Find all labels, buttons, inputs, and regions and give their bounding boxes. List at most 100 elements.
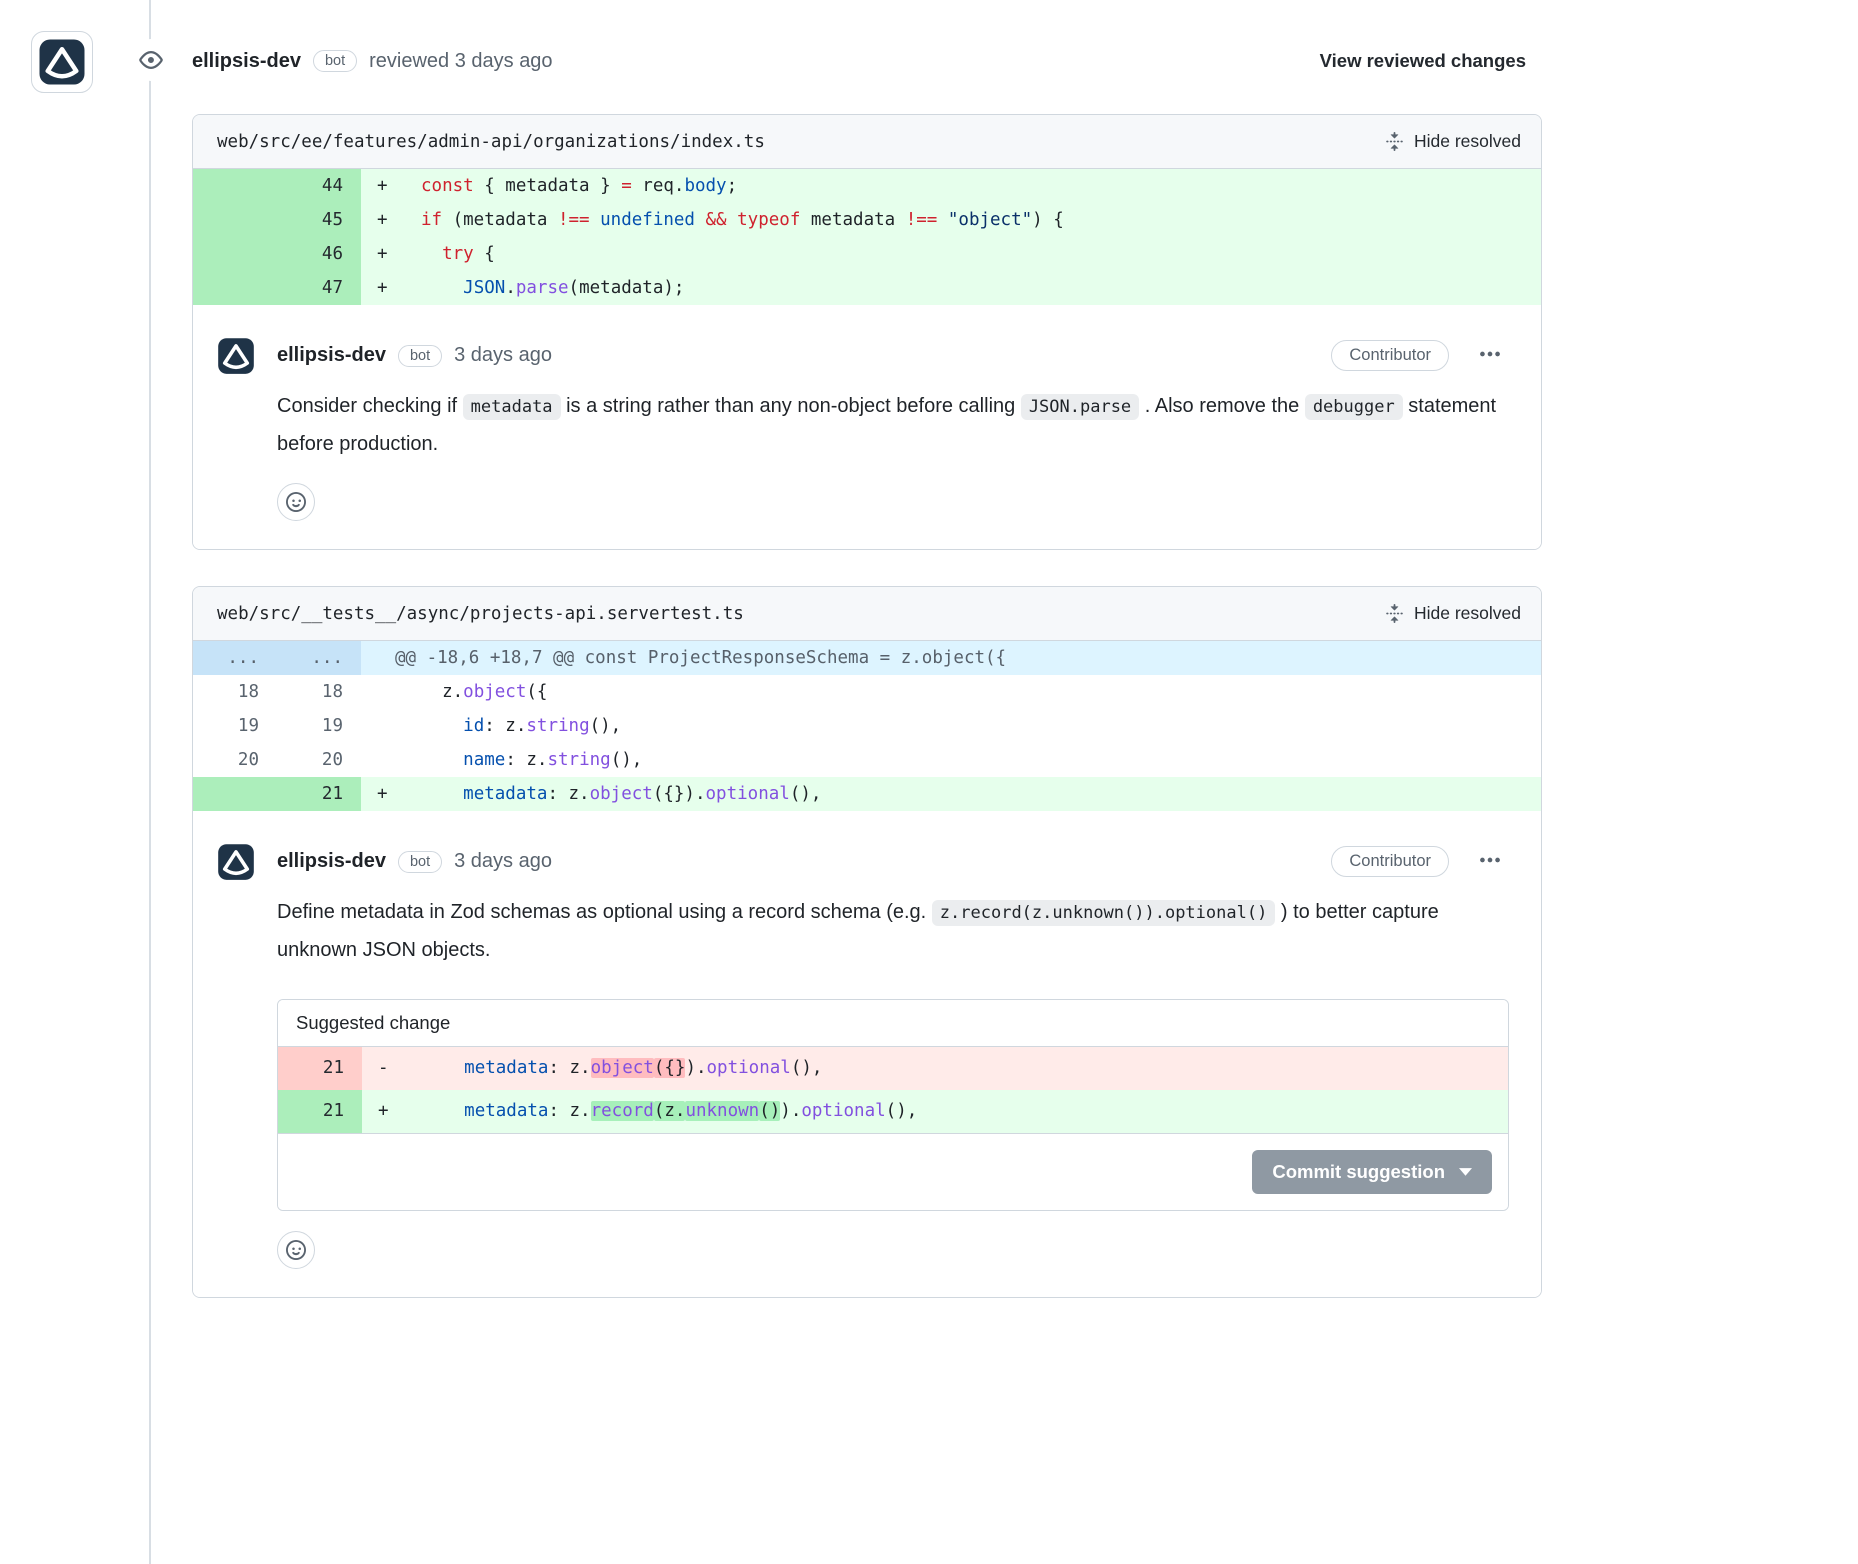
bot-badge: bot [398, 345, 442, 367]
comment-body: Consider checking if metadata is a strin… [277, 388, 1509, 463]
author-name[interactable]: ellipsis-dev [277, 850, 386, 873]
new-line-number: 45 [277, 203, 361, 237]
emoji-reaction-button[interactable] [277, 1231, 315, 1269]
bot-badge: bot [313, 50, 357, 72]
code-line: id: z.string(), [419, 709, 1541, 743]
code-line: z.object({ [419, 675, 1541, 709]
diff-marker: + [361, 777, 419, 811]
old-line-number [193, 237, 277, 271]
diff-marker: + [361, 169, 419, 203]
code-line: metadata: z.record(z.unknown()).optional… [420, 1090, 1508, 1133]
diff-line: 19 19 id: z.string(), [193, 709, 1541, 743]
comment-header: ellipsis-dev bot 3 days ago Contributor [277, 337, 1509, 374]
kebab-menu-button[interactable] [1471, 843, 1509, 880]
diff-marker: + [361, 203, 419, 237]
file-name[interactable]: web/src/ee/features/admin-api/organizati… [217, 132, 765, 152]
comment-body: Define metadata in Zod schemas as option… [277, 894, 1509, 969]
caret-down-icon [1459, 1168, 1472, 1177]
review-card-2: web/src/__tests__/async/projects-api.ser… [192, 586, 1542, 1298]
new-line-number: 47 [277, 271, 361, 305]
suggestion-title: Suggested change [278, 1000, 1508, 1047]
suggestion-add-line: 21 + metadata: z.record(z.unknown()).opt… [278, 1090, 1508, 1133]
diff-line: 46 + try { [193, 237, 1541, 271]
diff-marker: + [362, 1090, 420, 1133]
kebab-menu-button[interactable] [1471, 337, 1509, 374]
review-comment: ellipsis-dev bot 3 days ago Contributor … [193, 811, 1541, 1297]
hide-resolved-button[interactable]: Hide resolved [1385, 131, 1521, 152]
fold-icon [1385, 132, 1404, 151]
commit-suggestion-button[interactable]: Commit suggestion [1252, 1150, 1492, 1194]
line-number: 21 [278, 1047, 362, 1090]
smiley-icon [286, 1240, 306, 1260]
code-line: if (metadata !== undefined && typeof met… [419, 203, 1541, 237]
contributor-badge: Contributor [1331, 340, 1449, 371]
new-line-number: 20 [277, 743, 361, 777]
review-meta: reviewed 3 days ago [369, 50, 552, 73]
review-header: ellipsis-dev bot reviewed 3 days ago Vie… [192, 42, 1542, 80]
old-line-number: 20 [193, 743, 277, 777]
diff-marker: + [361, 237, 419, 271]
kebab-horizontal-icon [1479, 849, 1501, 871]
contributor-badge: Contributor [1331, 846, 1449, 877]
commit-suggestion-label: Commit suggestion [1272, 1161, 1445, 1183]
code-line: metadata: z.object({}).optional(), [420, 1047, 1508, 1090]
diff-line: 47 + JSON.parse(metadata); [193, 271, 1541, 305]
hunk-header-text: @@ -18,6 +18,7 @@ const ProjectResponseS… [361, 641, 1541, 675]
timestamp[interactable]: 3 days ago [454, 850, 552, 873]
old-line-number [193, 169, 277, 203]
new-line-number: 46 [277, 237, 361, 271]
fold-icon [1385, 604, 1404, 623]
diff-marker [361, 743, 419, 777]
hide-resolved-label: Hide resolved [1414, 603, 1521, 624]
ellipsis-dev-logo [217, 843, 255, 881]
reviewer-avatar[interactable] [31, 31, 93, 93]
hide-resolved-label: Hide resolved [1414, 131, 1521, 152]
old-line-number: 18 [193, 675, 277, 709]
diff-table: ... ... @@ -18,6 +18,7 @@ const ProjectR… [193, 641, 1541, 811]
line-number: 21 [278, 1090, 362, 1133]
file-header: web/src/ee/features/admin-api/organizati… [193, 115, 1541, 169]
diff-line: 21 + metadata: z.object({}).optional(), [193, 777, 1541, 811]
old-line-number [193, 777, 277, 811]
old-line-number: 19 [193, 709, 277, 743]
new-line-number: 21 [277, 777, 361, 811]
code-line: const { metadata } = req.body; [419, 169, 1541, 203]
kebab-horizontal-icon [1479, 343, 1501, 365]
old-line-number [193, 271, 277, 305]
code-line: metadata: z.object({}).optional(), [419, 777, 1541, 811]
ellipsis-dev-logo [217, 337, 255, 375]
timestamp[interactable]: 3 days ago [454, 344, 552, 367]
diff-line: 20 20 name: z.string(), [193, 743, 1541, 777]
diff-line: 45 + if (metadata !== undefined && typeo… [193, 203, 1541, 237]
view-reviewed-changes-link[interactable]: View reviewed changes [1320, 50, 1526, 72]
review-comment: ellipsis-dev bot 3 days ago Contributor … [193, 305, 1541, 549]
file-header: web/src/__tests__/async/projects-api.ser… [193, 587, 1541, 641]
comment-avatar[interactable] [217, 337, 255, 375]
code-line: name: z.string(), [419, 743, 1541, 777]
diff-marker [361, 709, 419, 743]
comment-header: ellipsis-dev bot 3 days ago Contributor [277, 843, 1509, 880]
code-line: JSON.parse(metadata); [419, 271, 1541, 305]
hunk-gutter-dots: ... [193, 641, 277, 675]
diff-marker [361, 675, 419, 709]
new-line-number: 44 [277, 169, 361, 203]
suggestion-diff-table: 21 - metadata: z.object({}).optional(), … [278, 1047, 1508, 1133]
old-line-number [193, 203, 277, 237]
review-card-1: web/src/ee/features/admin-api/organizati… [192, 114, 1542, 550]
code-line: try { [419, 237, 1541, 271]
author-name[interactable]: ellipsis-dev [192, 50, 301, 73]
comment-avatar[interactable] [217, 843, 255, 881]
suggestion-del-line: 21 - metadata: z.object({}).optional(), [278, 1047, 1508, 1090]
author-name[interactable]: ellipsis-dev [277, 344, 386, 367]
diff-marker: + [361, 271, 419, 305]
smiley-icon [286, 492, 306, 512]
file-name[interactable]: web/src/__tests__/async/projects-api.ser… [217, 604, 744, 624]
ellipsis-dev-logo [38, 38, 86, 86]
hide-resolved-button[interactable]: Hide resolved [1385, 603, 1521, 624]
emoji-reaction-button[interactable] [277, 483, 315, 521]
suggestion-footer: Commit suggestion [278, 1133, 1508, 1210]
timeline-line [149, 0, 151, 1564]
diff-table: 44 + const { metadata } = req.body; 45 +… [193, 169, 1541, 305]
eye-icon [130, 39, 172, 81]
bot-badge: bot [398, 851, 442, 873]
